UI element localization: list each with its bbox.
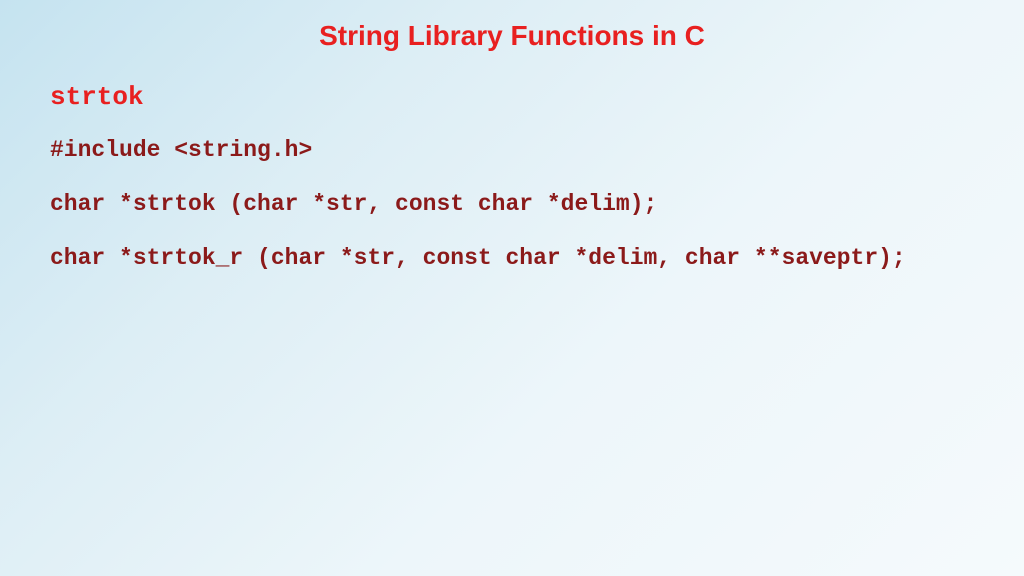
section-label: strtok	[50, 82, 1024, 112]
slide-title: String Library Functions in C	[0, 0, 1024, 52]
function-prototype-strtok: char *strtok (char *str, const char *del…	[50, 191, 1024, 217]
include-directive: #include <string.h>	[50, 137, 1024, 163]
slide-content: strtok #include <string.h> char *strtok …	[0, 52, 1024, 271]
function-prototype-strtok-r: char *strtok_r (char *str, const char *d…	[50, 245, 1024, 271]
